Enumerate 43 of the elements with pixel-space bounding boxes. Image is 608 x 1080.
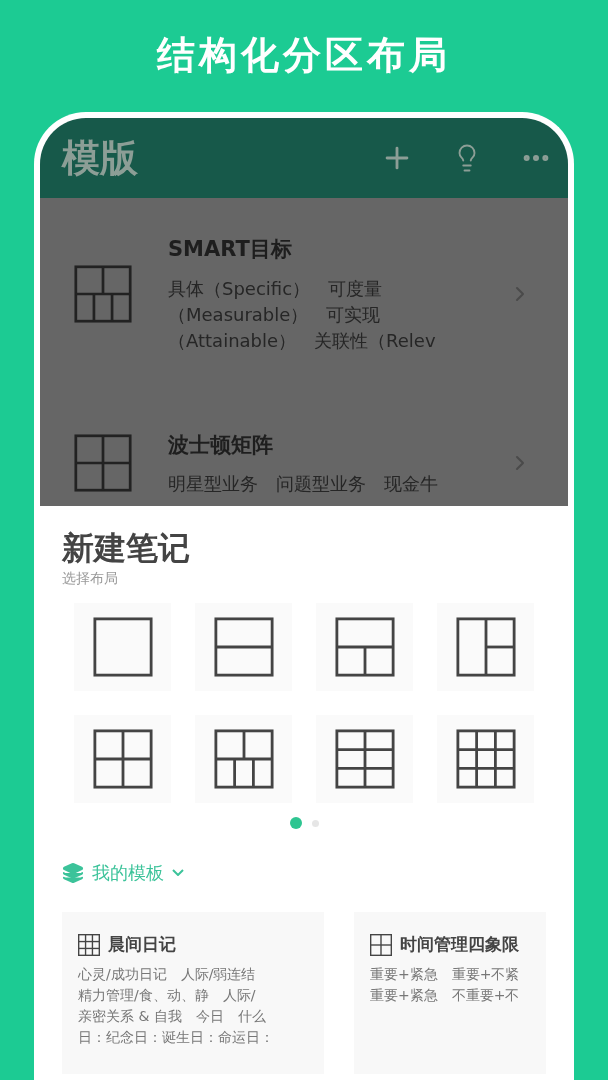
- layout-grid-icon: [370, 933, 392, 956]
- layout-grid-icon: [74, 264, 132, 323]
- app-bar-title: 模版: [62, 134, 138, 182]
- layout-grid-icon: [455, 729, 516, 789]
- sheet-subtitle: 选择布局: [62, 569, 119, 588]
- layout-option[interactable]: [195, 603, 292, 691]
- template-description: 明星型业务 问题型业务 现金牛: [168, 472, 439, 496]
- headline: 结构化分区布局: [157, 32, 451, 79]
- template-title: 波士顿矩阵: [168, 431, 274, 459]
- card-title: 晨间日记: [108, 933, 176, 956]
- card-description-line: 心灵/成功日记 人际/弱连结: [78, 964, 257, 984]
- template-list-item[interactable]: SMART目标 具体（Specific） 可度量（Measurable） 可实现（Attainable） 关联性（Relev: [40, 198, 568, 394]
- layout-option[interactable]: [437, 715, 534, 803]
- card-description-line: 精力管理/食、动、静 人际/: [78, 985, 257, 1005]
- template-card[interactable]: 时间管理四象限 重要+紧急 重要+不紧 重要+紧急 不重要+不: [354, 912, 546, 1074]
- layout-grid-icon: [334, 729, 395, 789]
- template-list-item[interactable]: 波士顿矩阵 明星型业务 问题型业务 现金牛: [40, 393, 568, 506]
- layout-grid-icon: [213, 729, 274, 789]
- layout-option[interactable]: [316, 603, 413, 691]
- layout-option[interactable]: [74, 715, 171, 803]
- card-description-line: 亲密关系 & 自我 今日 什么: [78, 1006, 267, 1026]
- template-description: 具体（Specific） 可度量（Measurable） 可实现（Attainable） 关联性（Relev: [168, 276, 437, 353]
- card-description-line: 日：纪念日：诞生日：命运日：: [78, 1027, 275, 1047]
- card-title: 时间管理四象限: [400, 933, 519, 956]
- template-title: SMART目标: [168, 236, 293, 263]
- layout-grid-icon: [334, 617, 395, 677]
- my-templates-toggle[interactable]: 我的模板: [62, 859, 184, 886]
- layout-grid-icon: [74, 434, 132, 493]
- card-description-line: 重要+紧急 不重要+不: [370, 985, 521, 1005]
- layout-option[interactable]: [437, 603, 534, 691]
- layout-grid-icon: [92, 617, 153, 677]
- template-card[interactable]: 晨间日记 心灵/成功日记 人际/弱连结 精力管理/食、动、静 人际/ 亲密关系 & 自我 今日 什么 日：纪念日：诞生日：命运日：: [62, 912, 324, 1074]
- chevron-down-icon: [172, 869, 184, 876]
- card-description-line: 重要+紧急 重要+不紧: [370, 964, 521, 984]
- layout-option[interactable]: [316, 715, 413, 803]
- layout-grid-icon: [92, 729, 153, 789]
- layout-grid-icon: [455, 617, 516, 677]
- sheet-title: 新建笔记: [62, 528, 191, 568]
- layout-option[interactable]: [195, 715, 292, 803]
- layout-grid-icon: [213, 617, 274, 677]
- layout-option[interactable]: [74, 603, 171, 691]
- layout-grid-icon: [78, 933, 100, 956]
- layers-icon: [62, 861, 84, 884]
